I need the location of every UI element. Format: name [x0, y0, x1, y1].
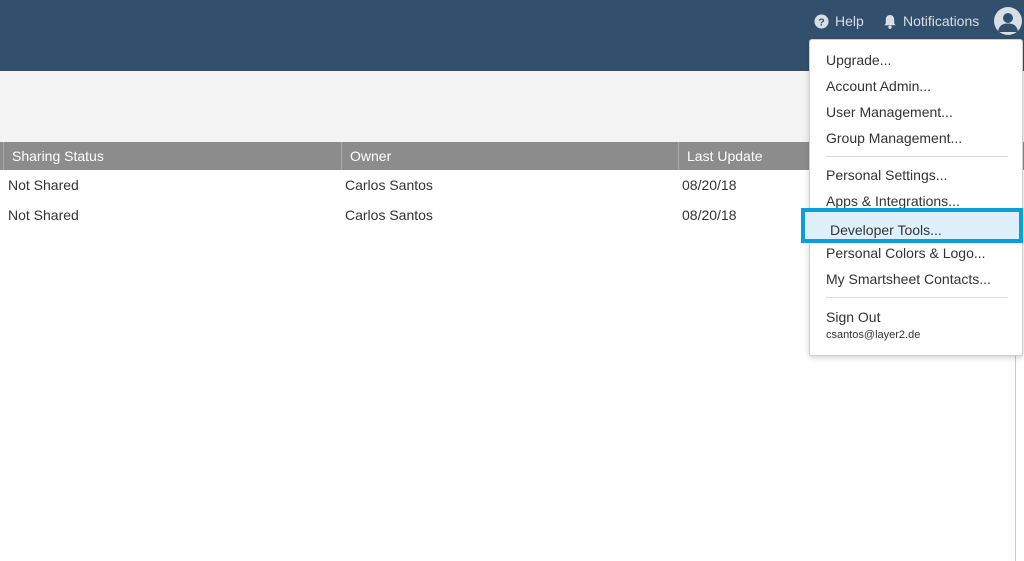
menu-item-personal-colors-logo[interactable]: Personal Colors & Logo...	[826, 245, 986, 261]
menu-divider	[826, 156, 1008, 157]
notifications-label: Notifications	[903, 13, 980, 29]
account-dropdown-menu: Upgrade... Account Admin... User Managem…	[809, 39, 1023, 356]
user-email: csantos@layer2.de	[826, 329, 921, 341]
menu-item-developer-tools[interactable]: Developer Tools...	[830, 222, 942, 238]
user-avatar-icon	[998, 13, 1018, 32]
scrollbar-track[interactable]	[1015, 355, 1016, 561]
svg-text:?: ?	[818, 17, 824, 28]
menu-item-personal-settings[interactable]: Personal Settings...	[826, 167, 947, 183]
menu-item-upgrade[interactable]: Upgrade...	[826, 52, 891, 68]
column-header-owner[interactable]: Owner	[341, 142, 677, 170]
menu-item-my-smartsheet-contacts[interactable]: My Smartsheet Contacts...	[826, 271, 991, 287]
menu-item-user-management[interactable]: User Management...	[826, 104, 953, 120]
menu-divider	[826, 297, 1008, 298]
notifications-button[interactable]: Notifications	[883, 10, 979, 32]
user-avatar-button[interactable]	[994, 7, 1022, 35]
bell-icon	[884, 14, 896, 29]
cell-last-update: 08/20/18	[682, 207, 737, 223]
help-button[interactable]: ? Help	[814, 10, 864, 32]
menu-item-apps-integrations[interactable]: Apps & Integrations...	[826, 193, 960, 209]
menu-item-sign-out[interactable]: Sign Out	[826, 309, 880, 325]
cell-owner: Carlos Santos	[345, 207, 433, 223]
help-label: Help	[835, 13, 864, 29]
cell-sharing-status: Not Shared	[8, 207, 79, 223]
cell-owner: Carlos Santos	[345, 177, 433, 193]
menu-item-developer-tools-highlighted[interactable]: Developer Tools...	[801, 208, 1023, 243]
menu-item-group-management[interactable]: Group Management...	[826, 130, 962, 146]
help-circle-icon: ?	[814, 13, 829, 29]
menu-item-account-admin[interactable]: Account Admin...	[826, 78, 931, 94]
column-header-sharing-status[interactable]: Sharing Status	[3, 142, 340, 170]
cell-sharing-status: Not Shared	[8, 177, 79, 193]
cell-last-update: 08/20/18	[682, 177, 737, 193]
